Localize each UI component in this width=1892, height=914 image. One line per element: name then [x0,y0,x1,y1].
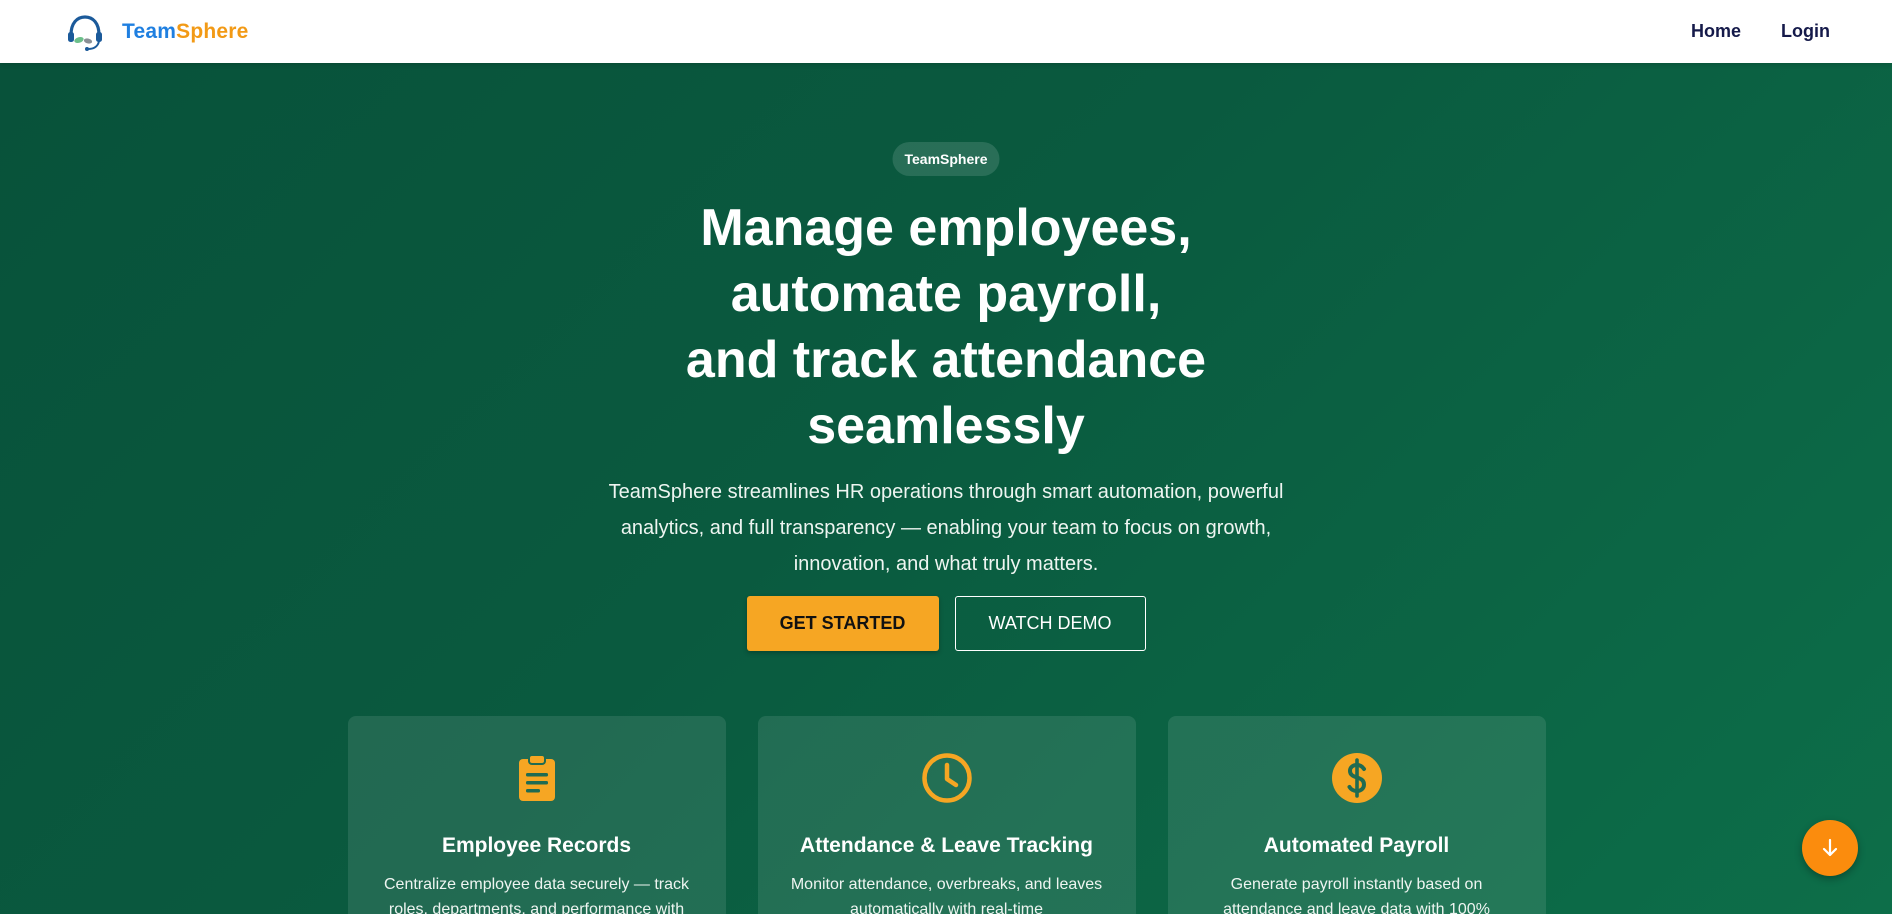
brand-name-team: Team [122,19,177,43]
arrow-down-icon [1822,838,1838,857]
hero-headline: Manage employees, automate payroll, and … [0,195,1892,459]
feature-card-attendance: Attendance & Leave Tracking Monitor atte… [757,716,1136,914]
headline-line: Manage employees, [700,199,1192,257]
feature-description: Monitor attendance, overbreaks, and leav… [790,876,1103,914]
clock-icon [921,753,972,803]
clipboard-icon [518,754,555,801]
feature-description: Generate payroll instantly based on atte… [1223,876,1490,914]
top-navbar: TeamSphere Home Login [0,0,1892,63]
scroll-down-button[interactable] [1802,820,1858,876]
hero-subtitle: TeamSphere streamlines HR operations thr… [608,481,1284,575]
hero-badge: TeamSphere [892,142,1000,176]
headline-line: seamlessly [807,397,1085,455]
hero-section: TeamSphere Manage employees, automate pa… [0,63,1892,914]
cta-buttons: GET STARTED WATCH DEMO [0,596,1892,651]
brand-logo-link[interactable]: TeamSphere [64,11,249,53]
headline-line: and track attendance [685,331,1207,389]
headline-line: automate payroll, [730,265,1162,323]
brand-name: TeamSphere [122,20,249,44]
feature-title: Automated Payroll [1263,834,1450,857]
nav-links: Home Login [1691,21,1830,42]
headset-logo-icon [68,14,102,51]
get-started-button[interactable]: GET STARTED [746,596,939,651]
feature-description: Centralize employee data securely — trac… [383,876,690,914]
nav-link-login[interactable]: Login [1781,21,1830,42]
dollar-icon [1331,753,1382,803]
feature-cards: Employee Records Centralize employee dat… [0,716,1892,914]
watch-demo-button[interactable]: WATCH DEMO [954,596,1146,651]
feature-title: Attendance & Leave Tracking [800,834,1093,857]
feature-title: Employee Records [441,834,632,857]
nav-link-home[interactable]: Home [1691,21,1741,42]
brand-name-sphere: Sphere [176,19,249,43]
feature-card-payroll: Automated Payroll Generate payroll insta… [1167,716,1546,914]
feature-card-employee-records: Employee Records Centralize employee dat… [347,716,726,914]
